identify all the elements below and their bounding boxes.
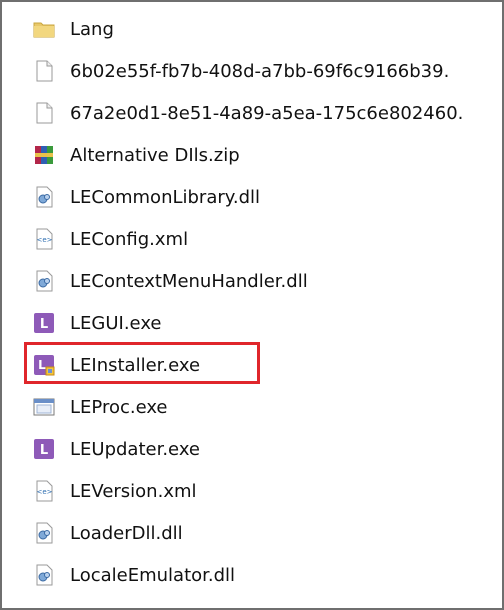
blank-file-icon (32, 59, 56, 83)
list-item[interactable]: 6b02e55f-fb7b-408d-a7bb-69f6c9166b39. (2, 50, 502, 92)
list-item[interactable]: Lang (2, 8, 502, 50)
file-name: LocaleEmulator.dll (70, 564, 236, 586)
file-name: LEUpdater.exe (70, 438, 200, 460)
file-list: Lang 6b02e55f-fb7b-408d-a7bb-69f6c9166b3… (2, 8, 502, 596)
dll-icon (32, 185, 56, 209)
file-name: LECommonLibrary.dll (70, 186, 260, 208)
list-item[interactable]: LEContextMenuHandler.dll (2, 260, 502, 302)
le-installer-icon: L (32, 353, 56, 377)
file-name: LEGUI.exe (70, 312, 162, 334)
file-name: Alternative DIls.zip (70, 144, 240, 166)
list-item[interactable]: <e> LEVersion.xml (2, 470, 502, 512)
svg-text:<e>: <e> (36, 236, 52, 244)
le-app-icon: L (32, 311, 56, 335)
winrar-archive-icon (32, 143, 56, 167)
list-item[interactable]: L LEUpdater.exe (2, 428, 502, 470)
svg-text:<e>: <e> (36, 488, 52, 496)
file-name: Lang (70, 18, 114, 40)
file-name: 6b02e55f-fb7b-408d-a7bb-69f6c9166b39. (70, 60, 450, 82)
list-item[interactable]: 67a2e0d1-8e51-4a89-a5ea-175c6e802460. (2, 92, 502, 134)
xml-icon: <e> (32, 227, 56, 251)
blank-file-icon (32, 101, 56, 125)
list-item-highlighted[interactable]: L LEInstaller.exe (2, 344, 502, 386)
list-item[interactable]: <e> LEConfig.xml (2, 218, 502, 260)
list-item[interactable]: L LEGUI.exe (2, 302, 502, 344)
file-name: LEContextMenuHandler.dll (70, 270, 308, 292)
list-item[interactable]: Alternative DIls.zip (2, 134, 502, 176)
list-item[interactable]: LocaleEmulator.dll (2, 554, 502, 596)
file-name: LEConfig.xml (70, 228, 189, 250)
list-item[interactable]: LoaderDll.dll (2, 512, 502, 554)
file-name: LEProc.exe (70, 396, 168, 418)
folder-icon (32, 17, 56, 41)
file-name: LEVersion.xml (70, 480, 197, 502)
le-app-icon: L (32, 437, 56, 461)
dll-icon (32, 563, 56, 587)
file-name: 67a2e0d1-8e51-4a89-a5ea-175c6e802460. (70, 102, 464, 124)
list-item[interactable]: LEProc.exe (2, 386, 502, 428)
xml-icon: <e> (32, 479, 56, 503)
file-name: LoaderDll.dll (70, 522, 183, 544)
file-name: LEInstaller.exe (70, 354, 201, 376)
svg-text:L: L (38, 358, 46, 372)
svg-text:L: L (40, 317, 48, 332)
dll-icon (32, 269, 56, 293)
file-list-window: Lang 6b02e55f-fb7b-408d-a7bb-69f6c9166b3… (0, 0, 504, 610)
svg-text:L: L (40, 443, 48, 458)
dll-icon (32, 521, 56, 545)
list-item[interactable]: LECommonLibrary.dll (2, 176, 502, 218)
exe-window-icon (32, 395, 56, 419)
